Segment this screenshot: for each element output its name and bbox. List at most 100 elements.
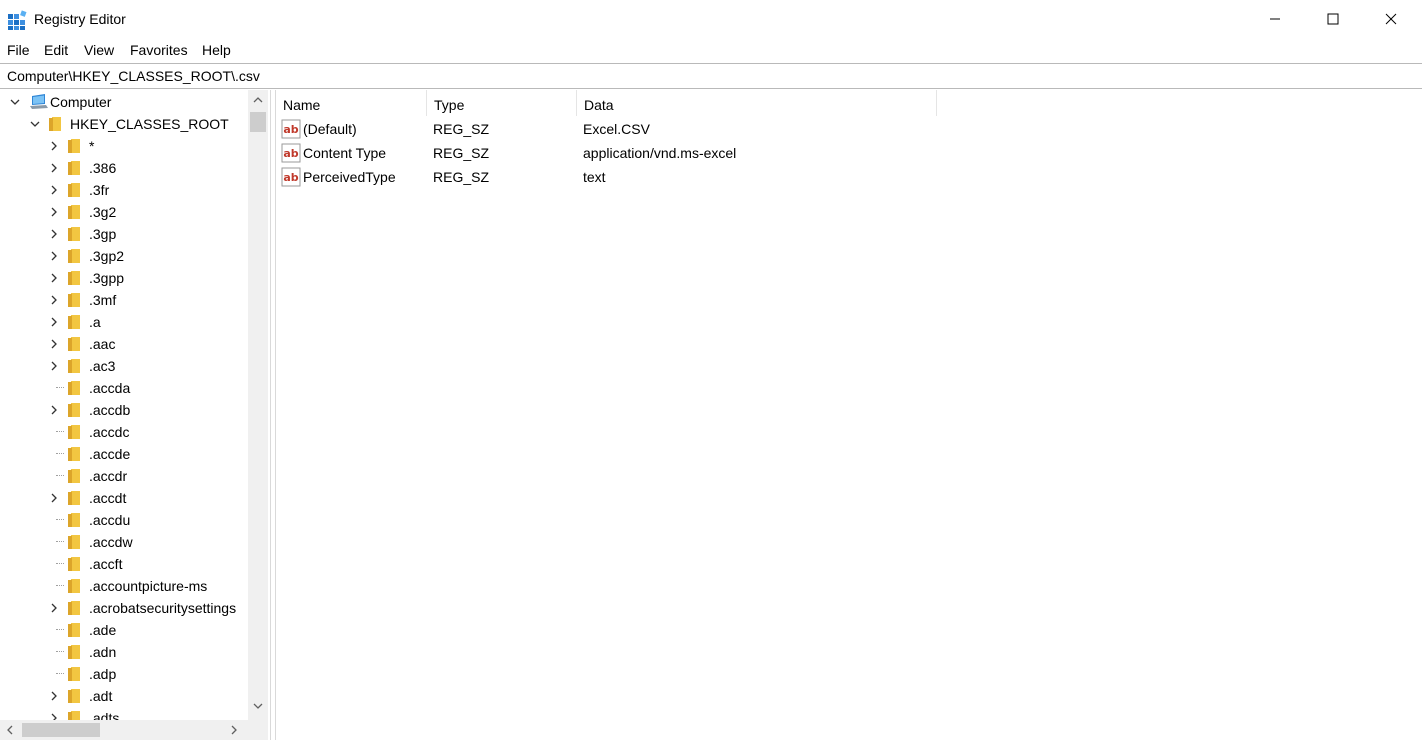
value-row[interactable]: ab Content Type REG_SZ application/vnd.ms-e… bbox=[276, 141, 1176, 165]
tree-connector bbox=[56, 387, 64, 388]
window-title: Registry Editor bbox=[34, 11, 126, 27]
tree-item-label: .accdu bbox=[89, 512, 131, 528]
value-row[interactable]: ab PerceivedType REG_SZ text bbox=[276, 165, 1176, 189]
tree-item-key[interactable]: .accdr bbox=[0, 465, 248, 487]
chevron-right-icon[interactable] bbox=[48, 690, 60, 702]
tree-item-key[interactable]: .accdb bbox=[0, 399, 248, 421]
tree-connector bbox=[56, 431, 64, 432]
tree-item-hkey-classes-root[interactable]: HKEY_CLASSES_ROOT bbox=[0, 113, 248, 135]
menu-bar: File Edit View Favorites Help bbox=[0, 38, 1422, 62]
tree-item-key[interactable]: .3gp bbox=[0, 223, 248, 245]
scrollbar-corner bbox=[248, 720, 268, 740]
minimize-button[interactable] bbox=[1246, 0, 1304, 38]
chevron-right-icon[interactable] bbox=[48, 338, 60, 350]
scroll-thumb[interactable] bbox=[250, 112, 266, 132]
tree-item-key[interactable]: .accountpicture-ms bbox=[0, 575, 248, 597]
tree-item-key[interactable]: .a bbox=[0, 311, 248, 333]
tree-item-label: .386 bbox=[89, 160, 117, 176]
maximize-button[interactable] bbox=[1304, 0, 1362, 38]
chevron-right-icon[interactable] bbox=[48, 404, 60, 416]
tree-connector bbox=[56, 585, 64, 586]
tree-item-key[interactable]: .accdw bbox=[0, 531, 248, 553]
tree-item-label: HKEY_CLASSES_ROOT bbox=[70, 116, 229, 132]
menu-edit[interactable]: Edit bbox=[44, 42, 68, 58]
address-path[interactable]: Computer\HKEY_CLASSES_ROOT\.csv bbox=[7, 68, 260, 84]
tree-item-key[interactable]: .3gp2 bbox=[0, 245, 248, 267]
value-name: PerceivedType bbox=[303, 169, 396, 185]
value-row[interactable]: ab (Default) REG_SZ Excel.CSV bbox=[276, 117, 1176, 141]
tree-item-key[interactable]: .accdc bbox=[0, 421, 248, 443]
chevron-right-icon[interactable] bbox=[48, 162, 60, 174]
minimize-icon bbox=[1270, 18, 1280, 20]
tree-item-key[interactable]: .adt bbox=[0, 685, 248, 707]
tree-item-label: .a bbox=[89, 314, 101, 330]
menu-favorites[interactable]: Favorites bbox=[130, 42, 188, 58]
tree-item-key[interactable]: .386 bbox=[0, 157, 248, 179]
tree-item-key[interactable]: .ade bbox=[0, 619, 248, 641]
chevron-right-icon[interactable] bbox=[48, 228, 60, 240]
tree-item-label: .3gpp bbox=[89, 270, 125, 286]
folder-icon bbox=[68, 689, 80, 703]
tree-item-key[interactable]: .accdt bbox=[0, 487, 248, 509]
tree-item-key[interactable]: .3mf bbox=[0, 289, 248, 311]
tree-item-key[interactable]: .acrobatsecuritysettings bbox=[0, 597, 248, 619]
chevron-right-icon[interactable] bbox=[48, 206, 60, 218]
tree-item-key[interactable]: .adn bbox=[0, 641, 248, 663]
tree-connector bbox=[56, 519, 64, 520]
chevron-right-icon[interactable] bbox=[48, 272, 60, 284]
title-bar: Registry Editor bbox=[0, 0, 1422, 38]
scroll-down-icon[interactable] bbox=[252, 702, 264, 710]
tree-item-key[interactable]: .3fr bbox=[0, 179, 248, 201]
tree-item-key[interactable]: .ac3 bbox=[0, 355, 248, 377]
tree-item-key[interactable]: .adp bbox=[0, 663, 248, 685]
chevron-right-icon[interactable] bbox=[48, 294, 60, 306]
tree-item-computer[interactable]: Computer bbox=[0, 91, 248, 113]
column-header-label: Data bbox=[584, 97, 614, 113]
column-header-data[interactable]: Data bbox=[577, 90, 937, 116]
key-tree[interactable]: Computer HKEY_CLASSES_ROOT * .386 .3fr .3g2… bbox=[0, 90, 270, 740]
tree-item-label: .3mf bbox=[89, 292, 117, 308]
tree-item-label: * bbox=[89, 138, 95, 154]
menu-view[interactable]: View bbox=[84, 42, 114, 58]
tree-item-label: .3fr bbox=[89, 182, 110, 198]
tree-connector bbox=[56, 453, 64, 454]
chevron-down-icon[interactable] bbox=[29, 118, 41, 130]
chevron-right-icon[interactable] bbox=[48, 316, 60, 328]
column-header-name[interactable]: Name bbox=[276, 90, 427, 116]
menu-help[interactable]: Help bbox=[202, 42, 231, 58]
chevron-down-icon[interactable] bbox=[9, 96, 21, 108]
address-bar[interactable]: Computer\HKEY_CLASSES_ROOT\.csv bbox=[0, 63, 1422, 89]
chevron-right-icon[interactable] bbox=[48, 602, 60, 614]
tree-horizontal-scrollbar[interactable] bbox=[0, 720, 248, 740]
menu-file[interactable]: File bbox=[7, 42, 30, 58]
folder-icon bbox=[68, 337, 80, 351]
chevron-right-icon[interactable] bbox=[48, 250, 60, 262]
scroll-thumb[interactable] bbox=[22, 723, 100, 737]
scroll-left-icon[interactable] bbox=[6, 724, 14, 736]
tree-connector bbox=[56, 673, 64, 674]
chevron-right-icon[interactable] bbox=[48, 492, 60, 504]
chevron-right-icon[interactable] bbox=[48, 140, 60, 152]
column-header-label: Name bbox=[283, 97, 321, 113]
tree-item-key[interactable]: .accde bbox=[0, 443, 248, 465]
chevron-right-icon[interactable] bbox=[48, 360, 60, 372]
tree-item-label: .3gp2 bbox=[89, 248, 125, 264]
value-name: Content Type bbox=[303, 145, 387, 161]
tree-connector bbox=[56, 541, 64, 542]
column-header-type[interactable]: Type bbox=[427, 90, 577, 116]
values-list[interactable]: Name Type Data ab (Default) REG_SZ Excel.CS… bbox=[276, 90, 1422, 740]
tree-item-key[interactable]: .aac bbox=[0, 333, 248, 355]
tree-item-key[interactable]: .accft bbox=[0, 553, 248, 575]
tree-vertical-scrollbar[interactable] bbox=[248, 90, 268, 720]
tree-item-key[interactable]: * bbox=[0, 135, 248, 157]
svg-text:ab: ab bbox=[283, 147, 298, 160]
scroll-right-icon[interactable] bbox=[230, 724, 238, 736]
tree-item-key[interactable]: .accdu bbox=[0, 509, 248, 531]
tree-item-key[interactable]: .accda bbox=[0, 377, 248, 399]
tree-item-key[interactable]: .3g2 bbox=[0, 201, 248, 223]
folder-icon bbox=[68, 315, 80, 329]
scroll-up-icon[interactable] bbox=[252, 96, 264, 104]
close-button[interactable] bbox=[1362, 0, 1420, 38]
chevron-right-icon[interactable] bbox=[48, 184, 60, 196]
tree-item-key[interactable]: .3gpp bbox=[0, 267, 248, 289]
